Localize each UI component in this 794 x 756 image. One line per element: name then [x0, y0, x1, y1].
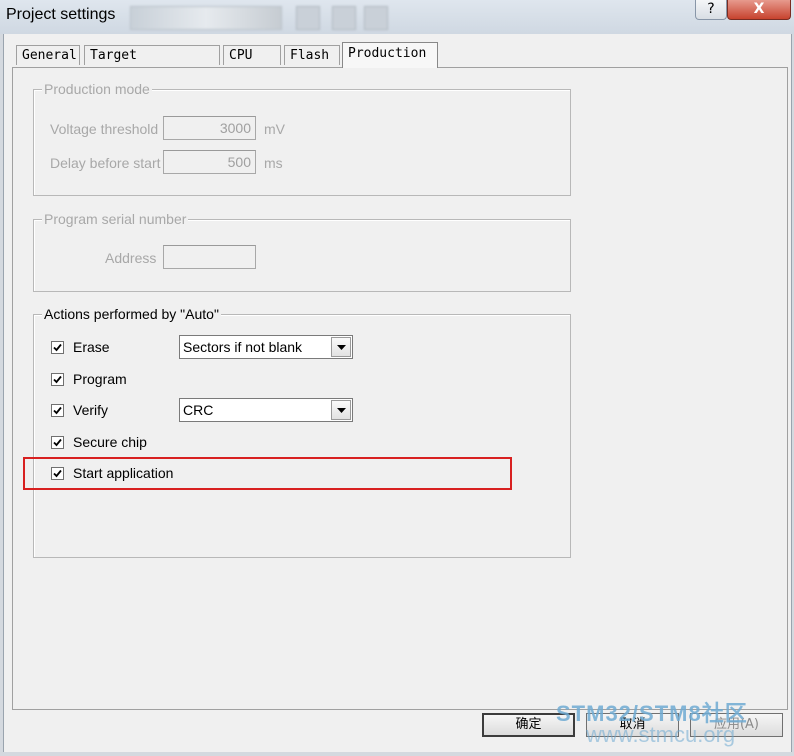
delay-before-start-label: Delay before start: [50, 155, 161, 171]
erase-checkbox[interactable]: [51, 341, 64, 354]
blurred-icon: [364, 6, 388, 30]
verify-checkbox[interactable]: [51, 404, 64, 417]
watermark-url: www.stmcu.org: [586, 722, 736, 747]
delay-before-start-field[interactable]: 500: [163, 150, 256, 174]
address-label: Address: [105, 250, 157, 266]
chevron-down-icon: [337, 408, 346, 413]
checkmark-icon: [53, 438, 62, 447]
auto-actions-group: Actions performed by "Auto" Erase Sector…: [33, 306, 571, 558]
checkmark-icon: [53, 375, 62, 384]
erase-mode-value: Sectors if not blank: [183, 339, 303, 355]
close-button[interactable]: X: [727, 0, 791, 20]
verify-mode-select[interactable]: CRC: [179, 398, 353, 422]
production-mode-legend: Production mode: [42, 81, 152, 97]
chevron-down-icon: [337, 345, 346, 350]
tab-general[interactable]: General: [16, 45, 80, 65]
secure-chip-checkbox[interactable]: [51, 436, 64, 449]
voltage-threshold-label: Voltage threshold: [50, 121, 159, 137]
blurred-icon: [332, 6, 356, 30]
program-checkbox[interactable]: [51, 373, 64, 386]
verify-mode-value: CRC: [183, 402, 214, 418]
help-button[interactable]: ?: [695, 0, 727, 20]
serial-number-group: Program serial number Address: [33, 211, 571, 292]
tab-flash[interactable]: Flash: [284, 45, 340, 65]
checkmark-icon: [53, 343, 62, 352]
delay-unit-label: ms: [264, 155, 283, 171]
highlight-box: [23, 457, 512, 490]
tab-production[interactable]: Production: [342, 42, 438, 68]
erase-mode-select[interactable]: Sectors if not blank: [179, 335, 353, 359]
erase-dropdown-button[interactable]: [331, 337, 351, 357]
tab-cpu[interactable]: CPU: [223, 45, 281, 65]
voltage-threshold-field[interactable]: 3000: [163, 116, 256, 140]
checkmark-icon: [53, 406, 62, 415]
verify-dropdown-button[interactable]: [331, 400, 351, 420]
title-bar: Project settings ? X: [0, 0, 794, 34]
serial-number-legend: Program serial number: [42, 211, 189, 227]
window-title: Project settings: [6, 6, 116, 23]
auto-actions-legend: Actions performed by "Auto": [42, 306, 221, 322]
secure-chip-label: Secure chip: [73, 434, 147, 450]
dialog-client: General Target Interface CPU Flash Produ…: [3, 34, 792, 752]
verify-label: Verify: [73, 402, 109, 418]
tab-page-production: Production mode Voltage threshold 3000 m…: [12, 67, 788, 710]
blurred-combo: [130, 6, 282, 30]
blurred-icon: [296, 6, 320, 30]
program-label: Program: [73, 371, 127, 387]
erase-label: Erase: [73, 339, 110, 355]
voltage-unit-label: mV: [264, 121, 285, 137]
tab-target-interface[interactable]: Target Interface: [84, 45, 220, 83]
address-field[interactable]: [163, 245, 256, 269]
production-mode-group: Production mode Voltage threshold 3000 m…: [33, 81, 571, 196]
